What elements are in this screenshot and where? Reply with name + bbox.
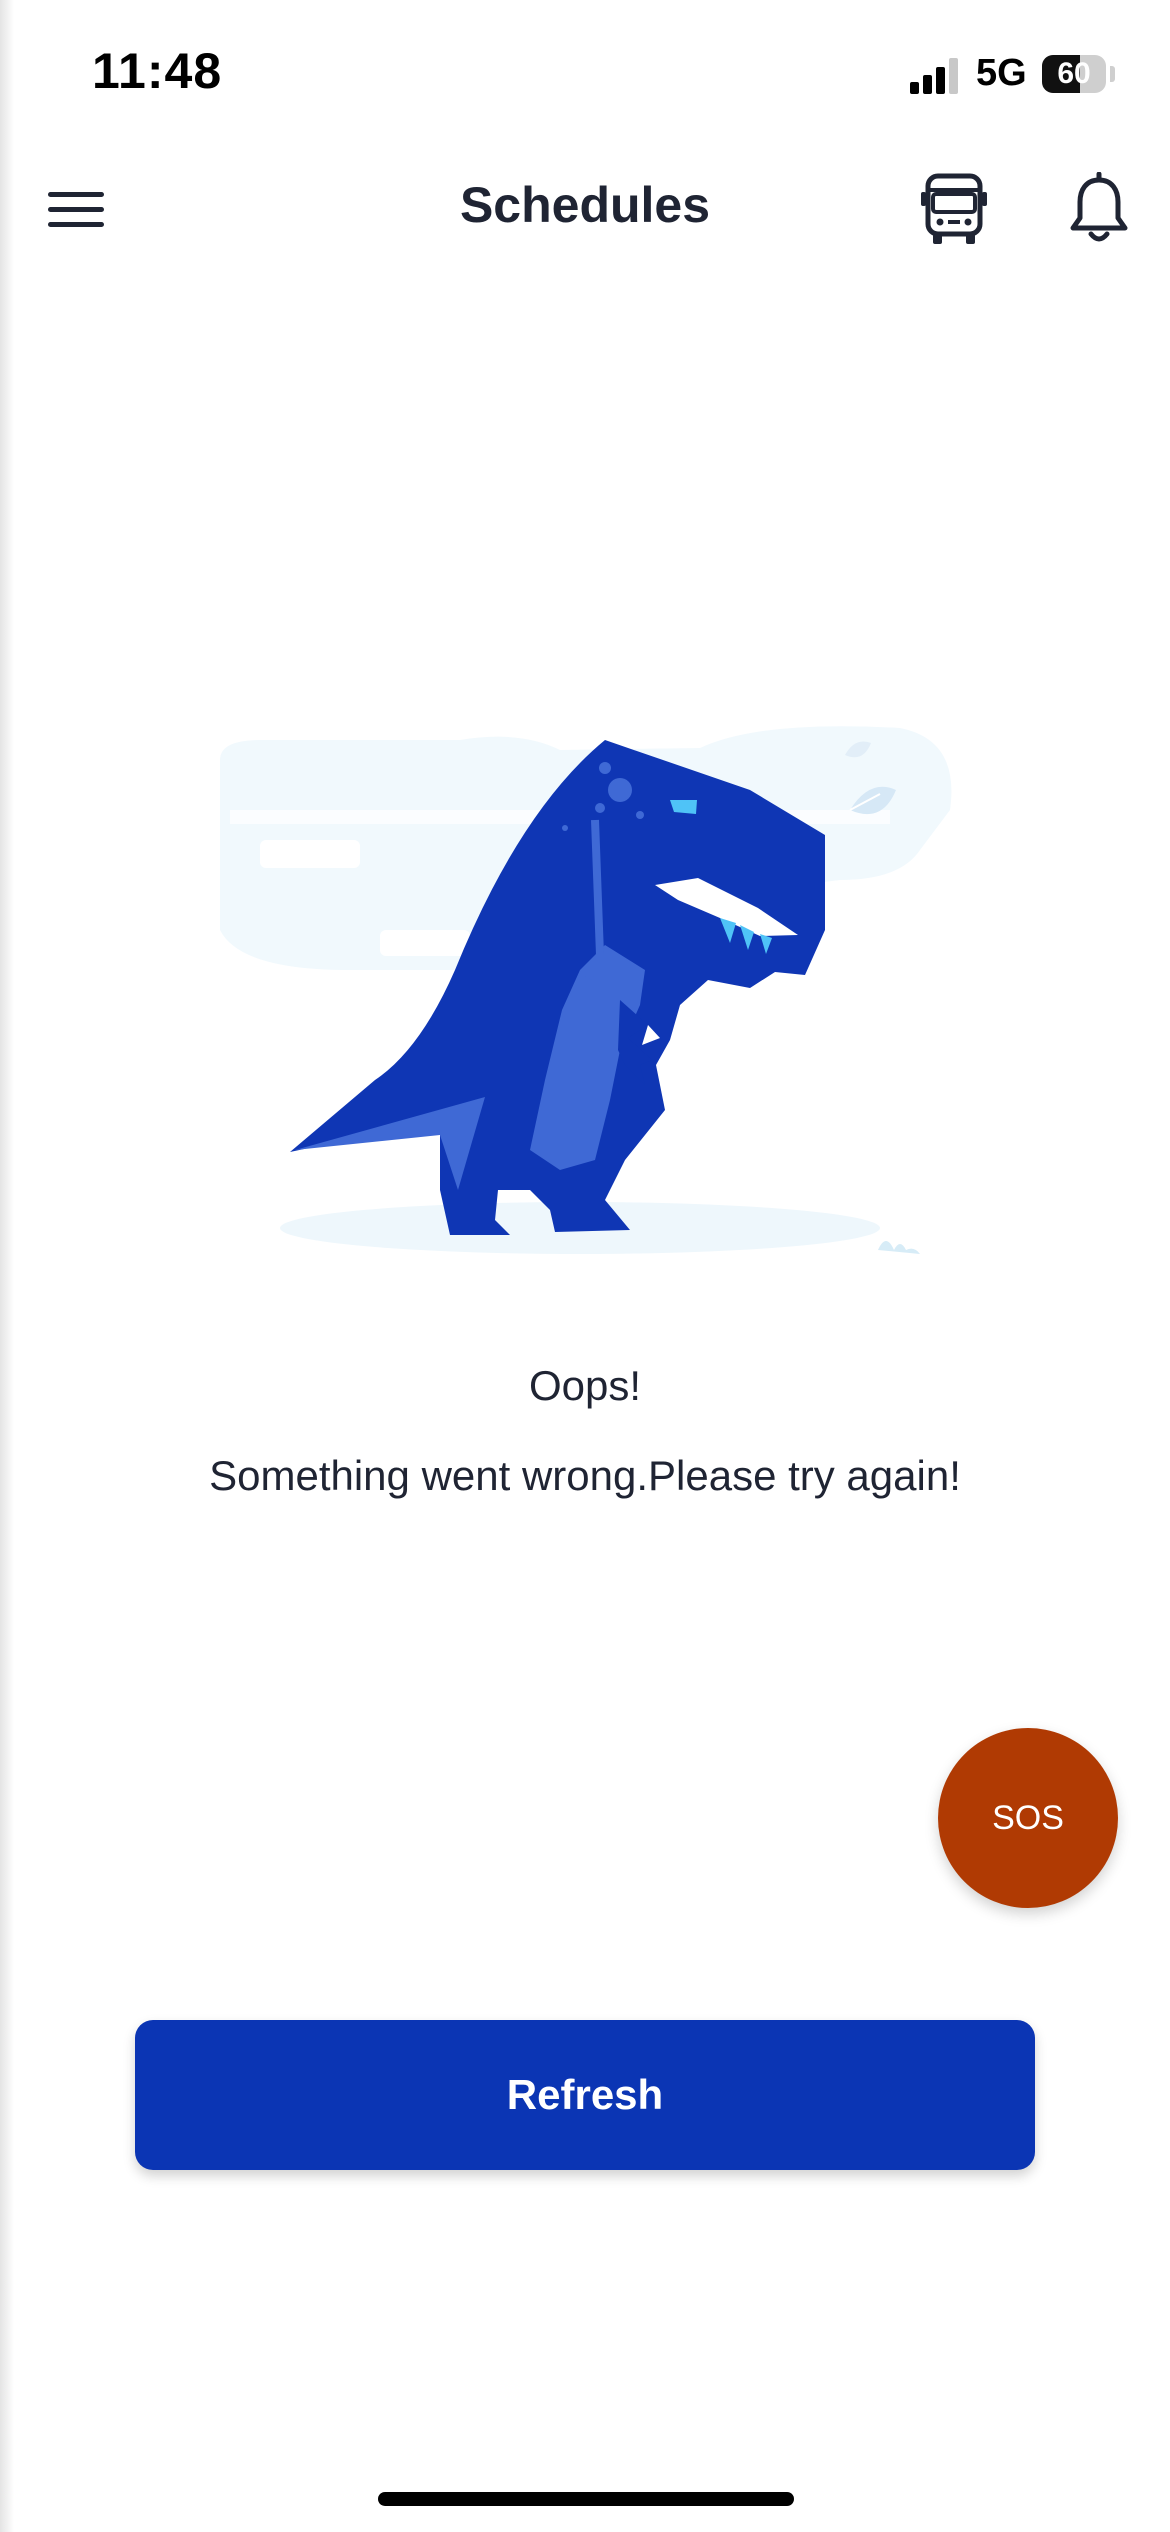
bell-icon[interactable]	[1066, 172, 1132, 248]
error-message: Something went wrong.Please try again!	[209, 1452, 961, 1499]
left-edge-shadow	[0, 0, 14, 2532]
home-indicator	[378, 2492, 794, 2506]
bus-icon[interactable]	[918, 170, 990, 248]
dinosaur-illustration	[220, 726, 952, 1254]
sos-button[interactable]: SOS	[938, 1728, 1118, 1908]
battery-cap	[1110, 66, 1115, 82]
page-title: Schedules	[459, 177, 711, 233]
hamburger-menu-icon[interactable]	[40, 182, 112, 238]
status-bar: 11:48 5G 60	[0, 0, 1170, 150]
refresh-button[interactable]: Refresh	[135, 2020, 1035, 2170]
battery-level: 60	[1057, 57, 1091, 90]
battery-indicator: 60	[1042, 55, 1106, 93]
error-heading: Oops!	[528, 1362, 642, 1409]
app-header: Schedules	[0, 150, 1170, 270]
status-time: 11:48	[92, 43, 223, 99]
network-type: 5G	[976, 52, 1027, 94]
signal-strength-icon	[910, 58, 958, 94]
